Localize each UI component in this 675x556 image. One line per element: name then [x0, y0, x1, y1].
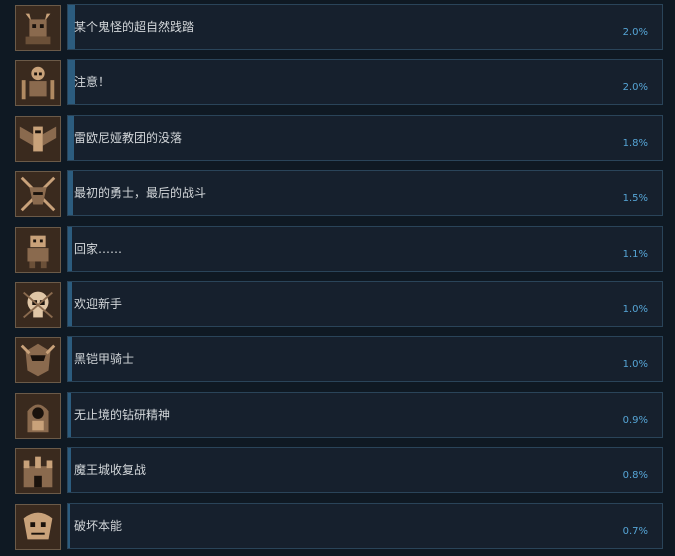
- achievement-progress-fill: [68, 503, 71, 548]
- achievement-percent: 0.8%: [622, 470, 648, 482]
- achievement-progress-fill: [68, 171, 74, 216]
- achievement-row[interactable]: 黑铠甲骑士 1.0%: [0, 336, 675, 386]
- achievement-name: 破坏本能: [74, 518, 123, 533]
- achievement-percent: 1.0%: [622, 359, 648, 371]
- achievement-progress-bar: 注意！ 2.0%: [67, 59, 663, 106]
- achievement-progress-fill: [68, 448, 71, 493]
- achievement-name: 欢迎新手: [74, 297, 123, 311]
- winged-knight-icon: [15, 115, 61, 162]
- achievement-name: 魔王城收复战: [74, 463, 147, 478]
- achievement-name: 黑铠甲骑士: [74, 352, 135, 367]
- hooded-figure-icon: [15, 392, 61, 439]
- achievement-progress-bar: 无止境的钻研精神 0.9%: [67, 391, 663, 438]
- achievement-progress-bar: 某个鬼怪的超自然践踏 2.0%: [67, 4, 663, 50]
- achievement-progress-bar: 回家…… 1.1%: [67, 225, 663, 272]
- achievement-progress-fill: [68, 337, 72, 382]
- achievement-list: 某个鬼怪的超自然践踏 2.0% 注意！ 2.0% 雷欧尼娅教团的没落 1.8% 最初的勇士，…: [0, 0, 675, 556]
- achievement-name: 无止境的钻研精神: [74, 407, 171, 422]
- robot-figure-icon: [15, 226, 61, 273]
- achievement-percent: 0.9%: [622, 414, 648, 426]
- achievement-percent: 2.0%: [622, 27, 648, 38]
- achievement-progress-bar: 魔王城收复战 0.8%: [67, 447, 663, 494]
- achievement-percent: 1.5%: [622, 193, 648, 205]
- skeleton-warrior-icon: [15, 60, 61, 107]
- achievement-progress-bar: 雷欧尼娅教团的没落 1.8%: [67, 114, 663, 161]
- achievement-row[interactable]: 最初的勇士，最后的战斗 1.5%: [0, 170, 675, 220]
- horned-demon-icon: [15, 5, 61, 51]
- achievement-progress-bar: 破坏本能 0.7%: [67, 502, 663, 549]
- achievement-progress-fill: [68, 282, 72, 326]
- achievement-row[interactable]: 破坏本能 0.7%: [0, 502, 675, 553]
- achievement-percent: 2.0%: [622, 82, 648, 94]
- achievement-row[interactable]: 某个鬼怪的超自然践踏 2.0%: [0, 4, 675, 54]
- achievement-percent: 1.8%: [622, 137, 648, 149]
- achievement-row[interactable]: 雷欧尼娅教团的没落 1.8%: [0, 114, 675, 165]
- achievement-row[interactable]: 欢迎新手 1.0%: [0, 281, 675, 331]
- armored-helmet-icon: [15, 337, 61, 384]
- achievement-progress-bar: 黑铠甲骑士 1.0%: [67, 336, 663, 383]
- beast-skull-icon: [15, 503, 61, 550]
- achievement-row[interactable]: 注意！ 2.0%: [0, 59, 675, 109]
- achievement-progress-fill: [68, 392, 72, 437]
- achievement-progress-bar: 欢迎新手 1.0%: [67, 281, 663, 327]
- achievement-progress-fill: [68, 226, 72, 271]
- achievement-name: 注意！: [74, 75, 111, 90]
- castle-icon: [15, 448, 61, 495]
- achievement-name: 最初的勇士，最后的战斗: [74, 186, 207, 201]
- achievement-name: 雷欧尼娅教团的没落: [74, 130, 183, 145]
- achievement-name: 某个鬼怪的超自然践踏: [74, 20, 195, 34]
- achievement-row[interactable]: 魔王城收复战 0.8%: [0, 447, 675, 497]
- skull-icon: [15, 282, 61, 328]
- achievement-row[interactable]: 回家…… 1.1%: [0, 225, 675, 276]
- crossed-swords-helmet-icon: [15, 171, 61, 218]
- achievement-name: 回家……: [74, 241, 123, 256]
- achievement-row[interactable]: 无止境的钻研精神 0.9%: [0, 391, 675, 442]
- achievement-percent: 1.0%: [622, 304, 648, 315]
- achievement-progress-bar: 最初的勇士，最后的战斗 1.5%: [67, 170, 663, 217]
- achievement-percent: 0.7%: [622, 525, 648, 537]
- achievement-percent: 1.1%: [622, 248, 648, 260]
